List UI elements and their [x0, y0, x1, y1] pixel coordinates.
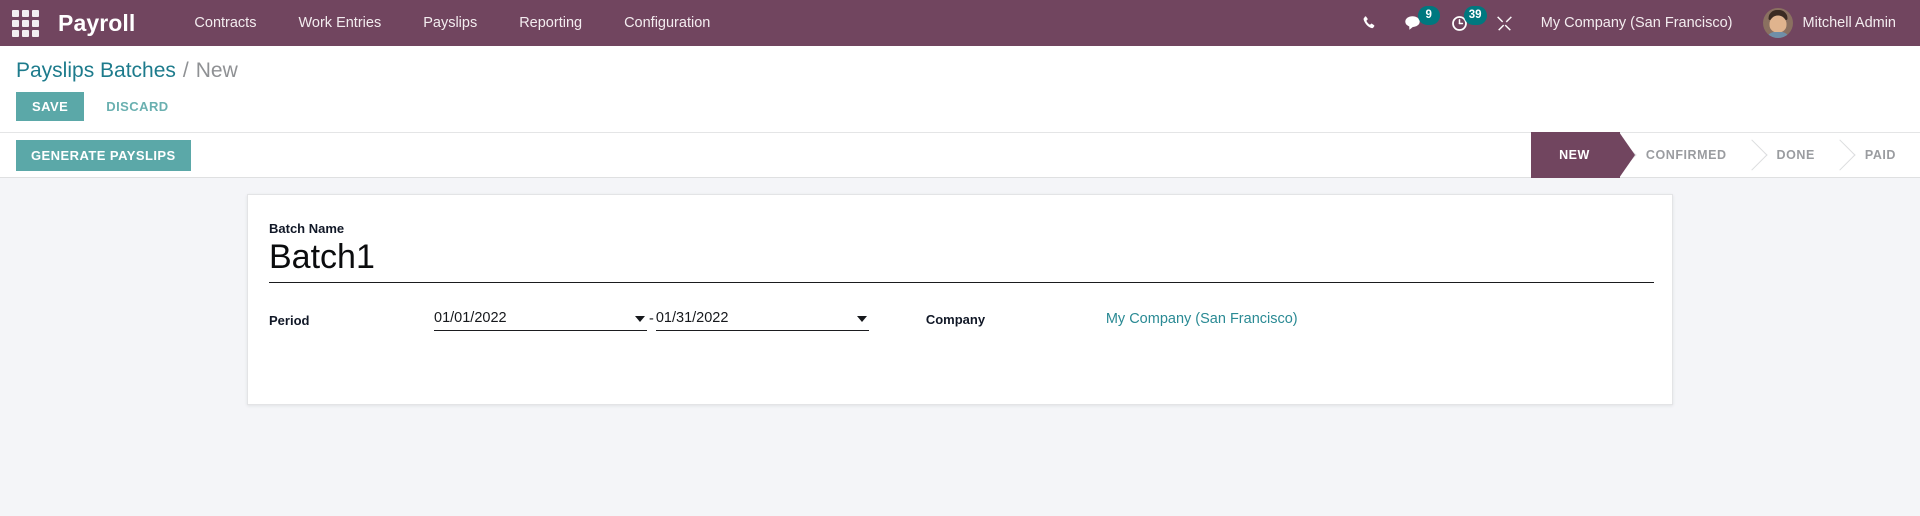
status-pipeline: NEW CONFIRMED DONE PAID — [1531, 132, 1920, 178]
breadcrumb: Payslips Batches / New — [0, 46, 1920, 83]
menu-item-payslips[interactable]: Payslips — [402, 0, 498, 46]
phone-icon[interactable] — [1348, 0, 1391, 46]
menu-item-contracts[interactable]: Contracts — [173, 0, 277, 46]
company-value-link[interactable]: My Company (San Francisco) — [1106, 309, 1298, 330]
apps-grid-dot — [21, 9, 29, 17]
breadcrumb-parent-payslips-batches[interactable]: Payslips Batches — [16, 59, 176, 83]
period-company-row: Period - Company My Company (San Francis… — [269, 309, 1651, 332]
breadcrumb-current-new: New — [195, 59, 238, 82]
status-stage-done[interactable]: DONE — [1751, 132, 1839, 178]
avatar-shirt — [1765, 32, 1790, 38]
status-stage-new[interactable]: NEW — [1531, 132, 1635, 178]
period-end-wrap — [655, 309, 869, 332]
app-brand-payroll[interactable]: Payroll — [48, 10, 145, 37]
batch-name-field: Batch Name — [269, 221, 1654, 284]
save-button[interactable]: SAVE — [16, 92, 85, 121]
discard-button[interactable]: DISCARD — [92, 92, 182, 121]
developer-tools-icon[interactable] — [1482, 0, 1527, 46]
user-menu[interactable]: Mitchell Admin — [1747, 0, 1902, 46]
period-start-wrap — [434, 309, 647, 332]
status-stage-confirmed[interactable]: CONFIRMED — [1620, 132, 1751, 178]
activities-clock-icon[interactable]: 39 — [1437, 0, 1487, 46]
menu-item-configuration[interactable]: Configuration — [603, 0, 731, 46]
messages-icon[interactable]: 9 — [1391, 0, 1440, 46]
apps-grid-dot — [11, 9, 19, 17]
apps-grid-dot — [11, 29, 19, 37]
apps-grid-icon[interactable] — [8, 6, 42, 40]
company-field: Company My Company (San Francisco) — [926, 309, 1298, 330]
control-panel: Payslips Batches / New SAVE DISCARD GENE… — [0, 46, 1920, 178]
avatar-face — [1769, 15, 1787, 33]
period-dash: - — [649, 311, 654, 328]
navbar-company-name[interactable]: My Company (San Francisco) — [1527, 0, 1747, 46]
menu-item-reporting[interactable]: Reporting — [498, 0, 603, 46]
top-navbar: Payroll Contracts Work Entries Payslips … — [0, 0, 1920, 46]
company-label: Company — [925, 312, 986, 328]
period-field: Period - — [269, 309, 869, 332]
apps-grid-dot — [11, 19, 19, 27]
record-actions: SAVE DISCARD — [0, 83, 1920, 132]
batch-name-label: Batch Name — [269, 221, 345, 236]
generate-payslips-button[interactable]: GENERATE PAYSLIPS — [16, 139, 191, 171]
form-sheet: Batch Name Period - Company My Compa — [247, 194, 1673, 405]
period-start-input[interactable] — [434, 310, 647, 332]
period-end-input[interactable] — [655, 310, 869, 332]
apps-grid-dot — [31, 29, 39, 37]
status-stage-paid[interactable]: PAID — [1839, 132, 1920, 178]
batch-name-input[interactable] — [269, 238, 1654, 284]
breadcrumb-separator: / — [182, 59, 189, 82]
user-name: Mitchell Admin — [1802, 15, 1896, 31]
avatar — [1762, 8, 1793, 38]
apps-grid-dot — [21, 19, 29, 27]
main-menu: Contracts Work Entries Payslips Reportin… — [173, 0, 731, 46]
apps-grid-dot — [31, 19, 39, 27]
form-background: Batch Name Period - Company My Compa — [0, 178, 1920, 501]
apps-grid-dot — [31, 9, 39, 17]
menu-item-work-entries[interactable]: Work Entries — [277, 0, 402, 46]
period-label: Period — [269, 313, 310, 329]
statusbar-row: GENERATE PAYSLIPS NEW CONFIRMED DONE PAI… — [0, 132, 1920, 178]
apps-grid-dot — [21, 29, 29, 37]
navbar-right-tools: 9 39 My Company (San Francisco) Mitchell… — [1348, 0, 1902, 46]
